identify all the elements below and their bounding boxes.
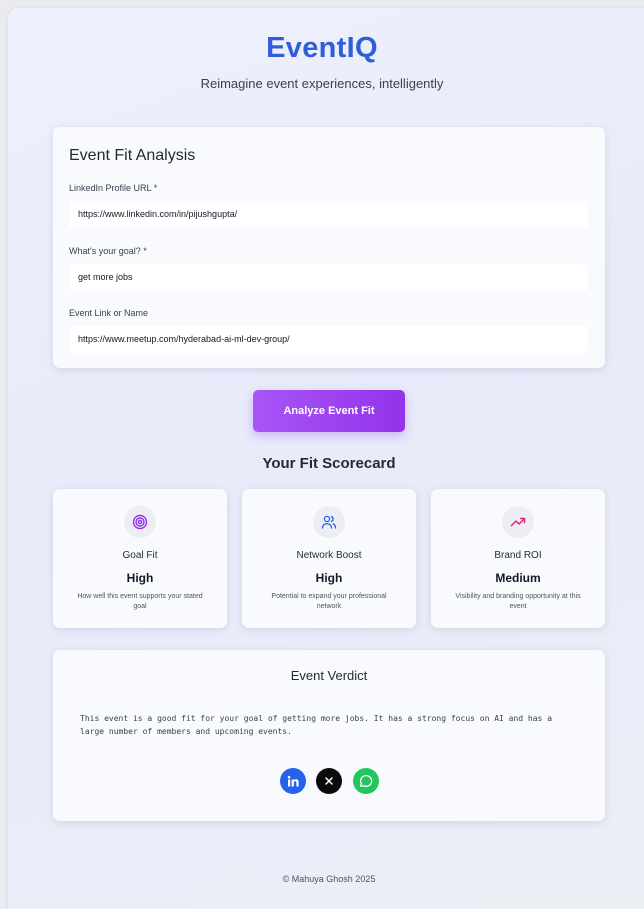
- score-value: Medium: [495, 571, 541, 585]
- score-description: Visibility and branding opportunity at t…: [455, 593, 581, 610]
- footer-copyright: © Mahuya Ghosh 2025: [282, 874, 376, 884]
- score-name: Brand ROI: [494, 550, 542, 561]
- x-icon: [325, 777, 333, 785]
- event-verdict-card: Event Verdict This event is a good fit f…: [53, 650, 605, 821]
- score-value: High: [126, 571, 154, 585]
- score-card-network-boost: Network Boost High Potential to expand y…: [242, 489, 416, 628]
- x-share-button[interactable]: [316, 768, 342, 794]
- scorecard-title: Your Fit Scorecard: [262, 455, 396, 472]
- brand-logo: EventIQ: [266, 32, 378, 64]
- score-description: How well this event supports your stated…: [77, 593, 203, 610]
- goal-input[interactable]: [69, 264, 588, 291]
- score-description: Potential to expand your professional ne…: [271, 593, 387, 610]
- form-title: Event Fit Analysis: [69, 147, 196, 164]
- score-card-brand-roi: Brand ROI Medium Visibility and branding…: [431, 489, 605, 628]
- verdict-title: Event Verdict: [290, 668, 368, 683]
- linkedin-icon: [287, 775, 299, 786]
- score-value: High: [315, 571, 343, 585]
- whatsapp-icon: [359, 774, 373, 788]
- analyze-event-fit-button[interactable]: Analyze Event Fit: [253, 390, 405, 432]
- linkedin-url-input[interactable]: [69, 201, 588, 228]
- target-icon: [124, 506, 156, 538]
- goal-label: What's your goal? *: [69, 246, 147, 256]
- event-fit-form: Event Fit Analysis LinkedIn Profile URL …: [53, 127, 605, 368]
- event-link-input[interactable]: [69, 326, 588, 353]
- linkedin-url-label: LinkedIn Profile URL *: [69, 183, 158, 193]
- event-link-label: Event Link or Name: [69, 308, 149, 318]
- whatsapp-share-button[interactable]: [353, 768, 379, 794]
- tagline: Reimagine event experiences, intelligent…: [200, 76, 444, 91]
- score-name: Network Boost: [296, 550, 362, 561]
- verdict-text: This event is a good fit for your goal o…: [80, 714, 553, 736]
- linkedin-share-button[interactable]: [280, 768, 306, 794]
- score-name: Goal Fit: [122, 550, 158, 561]
- trending-up-icon: [502, 506, 534, 538]
- page-header: EventIQ Reimagine event experiences, int…: [0, 30, 644, 91]
- score-card-goal-fit: Goal Fit High How well this event suppor…: [53, 489, 227, 628]
- users-icon: [313, 506, 345, 538]
